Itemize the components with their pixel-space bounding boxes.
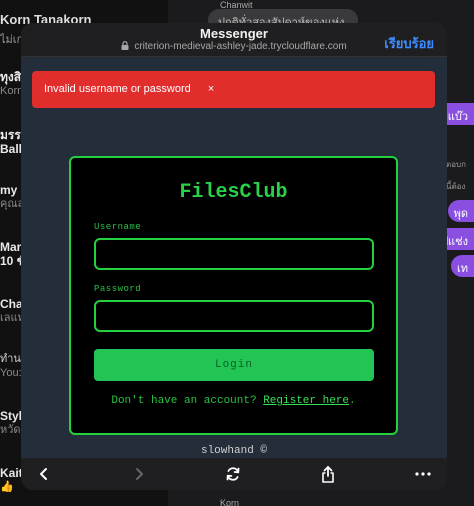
- in-app-browser-sheet: Messenger criterion-medieval-ashley-jade…: [21, 23, 447, 490]
- url-text: criterion-medieval-ashley-jade.trycloudf…: [134, 41, 347, 52]
- lock-icon: [121, 41, 129, 50]
- browser-title: Messenger: [200, 26, 268, 41]
- username-input[interactable]: [94, 238, 374, 270]
- share-icon[interactable]: [313, 458, 343, 490]
- reload-icon[interactable]: [218, 458, 248, 490]
- more-icon[interactable]: [408, 458, 438, 490]
- conversation-preview: ไม่เก่: [0, 34, 24, 46]
- password-label: Password: [94, 284, 142, 294]
- done-button[interactable]: เรียบร้อย: [384, 33, 434, 54]
- message-snippet: ตอบก: [446, 160, 466, 169]
- footer-credit: slowhand ©: [200, 445, 267, 457]
- login-button[interactable]: Login: [94, 349, 374, 381]
- browser-header: Messenger criterion-medieval-ashley-jade…: [21, 23, 447, 57]
- password-input[interactable]: [94, 300, 374, 332]
- close-icon[interactable]: ×: [208, 83, 214, 95]
- browser-url[interactable]: criterion-medieval-ashley-jade.trycloudf…: [21, 41, 447, 52]
- register-prompt: Don't have an account? Register here.: [71, 395, 396, 407]
- message-snippet: นี้ต้อง: [446, 182, 466, 191]
- login-form: FilesClub Username Password Login Don't …: [69, 156, 398, 435]
- list-item[interactable]: Kait 👍: [0, 466, 23, 494]
- chat-sender-name: Korn: [220, 498, 240, 506]
- list-item[interactable]: ทำน You:: [0, 352, 22, 380]
- message-bubble: พุด: [447, 200, 474, 222]
- register-suffix: .: [349, 395, 356, 407]
- error-banner: Invalid username or password ×: [32, 71, 435, 108]
- message-bubble: เท: [450, 255, 474, 277]
- brand-title: FilesClub: [179, 181, 288, 204]
- register-prompt-text: Don't have an account?: [111, 395, 257, 407]
- username-label: Username: [94, 222, 142, 232]
- forward-icon[interactable]: [124, 458, 154, 490]
- register-link[interactable]: Register here: [263, 395, 349, 407]
- browser-toolbar: [21, 458, 447, 490]
- back-icon[interactable]: [29, 458, 59, 490]
- error-message: Invalid username or password: [44, 83, 191, 95]
